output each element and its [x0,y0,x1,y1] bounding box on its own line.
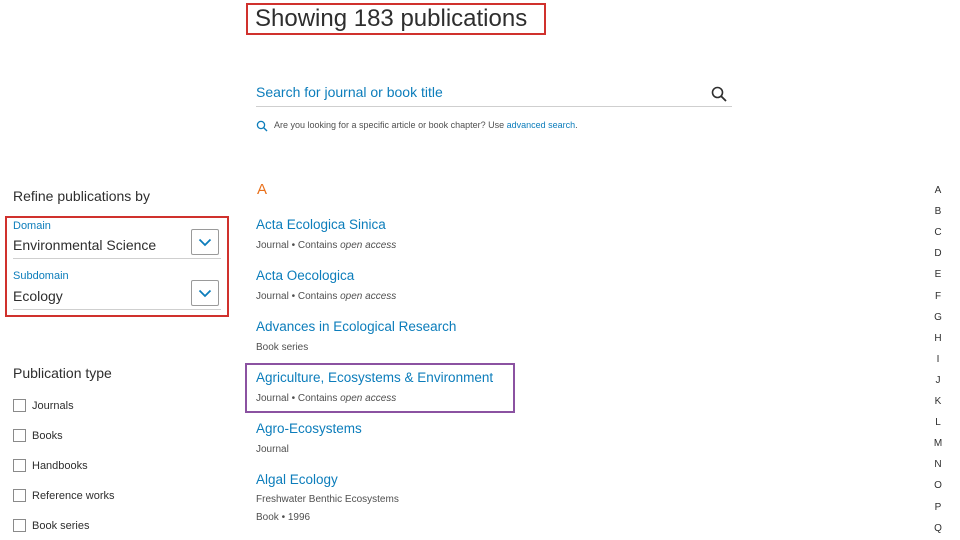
publication-title[interactable]: Agriculture, Ecosystems & Environment [256,370,493,385]
hint-end: . [575,120,578,130]
subdomain-underline [13,309,221,310]
hint-text: Are you looking for a specific article o… [274,120,507,130]
alphabet-letter-c[interactable]: C [931,227,945,239]
alphabet-letter-i[interactable]: I [931,354,945,366]
publication-title[interactable]: Agro-Ecosystems [256,421,362,436]
publication-title[interactable]: Advances in Ecological Research [256,319,456,334]
publication-meta: Book series [256,342,309,353]
alphabet-letter-e[interactable]: E [931,269,945,281]
search-underline [256,106,732,107]
pubtype-reference-works[interactable]: Reference works [13,489,115,502]
checkbox[interactable] [13,489,26,502]
pubtype-books[interactable]: Books [13,429,63,442]
publication-meta: Journal • Contains open access [256,291,397,302]
publication-title[interactable]: Algal Ecology [256,472,338,487]
alphabet-letter-j[interactable]: J [931,375,945,387]
search-button[interactable] [708,84,730,106]
publication-meta: Journal [256,444,289,455]
pubtype-label: Journals [32,399,74,412]
pubtype-label: Book series [32,519,90,532]
chevron-down-icon [198,289,212,297]
checkbox[interactable] [13,459,26,472]
search-icon [256,120,268,132]
domain-value[interactable]: Environmental Science [13,237,156,253]
refine-heading: Refine publications by [13,188,150,204]
alphabet-letter-g[interactable]: G [931,312,945,324]
publication-meta: Book • 1996 [256,512,311,523]
pubtype-book-series[interactable]: Book series [13,519,89,532]
alphabet-letter-o[interactable]: O [931,480,945,492]
publication-title[interactable]: Acta Oecologica [256,268,354,283]
alphabet-letter-h[interactable]: H [931,333,945,345]
subdomain-label: Subdomain [13,270,69,282]
chevron-down-icon [198,238,212,246]
pubtype-label: Reference works [32,489,115,502]
alphabet-letter-f[interactable]: F [931,291,945,303]
alphabet-letter-k[interactable]: K [931,396,945,408]
search-icon [711,86,727,102]
subdomain-dropdown-button[interactable] [191,280,219,306]
page-title: Showing 183 publications [255,5,528,32]
subdomain-value[interactable]: Ecology [13,288,63,304]
alphabet-letter-p[interactable]: P [931,502,945,514]
advanced-search-hint: Are you looking for a specific article o… [256,117,578,133]
advanced-search-link[interactable]: advanced search [507,120,576,130]
publication-meta: Journal • Contains open access [256,393,397,404]
publication-subtitle: Freshwater Benthic Ecosystems [256,494,399,505]
alphabet-letter-d[interactable]: D [931,248,945,260]
checkbox[interactable] [13,429,26,442]
pubtype-handbooks[interactable]: Handbooks [13,459,88,472]
alphabet-letter-a[interactable]: A [931,185,945,197]
alphabet-letter-m[interactable]: M [931,438,945,450]
publication-type-heading: Publication type [13,365,112,381]
domain-label: Domain [13,220,51,232]
pubtype-label: Books [32,429,63,442]
publication-meta: Journal • Contains open access [256,240,397,251]
domain-underline [13,258,221,259]
alphabet-letter-l[interactable]: L [931,417,945,429]
alphabet-letter-q[interactable]: Q [931,523,945,535]
search-input[interactable] [256,82,710,102]
domain-dropdown-button[interactable] [191,229,219,255]
pubtype-label: Handbooks [32,459,88,472]
publication-title[interactable]: Acta Ecologica Sinica [256,217,386,232]
pubtype-journals[interactable]: Journals [13,399,74,412]
alphabet-letter-n[interactable]: N [931,459,945,471]
checkbox[interactable] [13,519,26,532]
alphabet-letter-b[interactable]: B [931,206,945,218]
checkbox[interactable] [13,399,26,412]
section-letter: A [257,181,268,198]
